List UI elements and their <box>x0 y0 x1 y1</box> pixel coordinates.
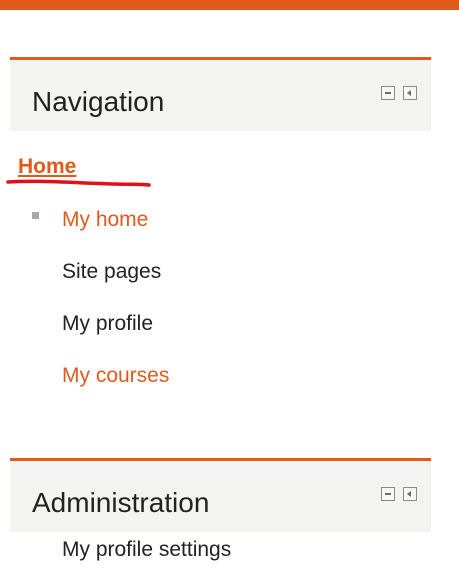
navigation-list: My home Site pages My profile My courses <box>30 200 169 408</box>
top-accent-bar <box>0 0 459 10</box>
nav-item-my-profile[interactable]: My profile <box>30 304 169 356</box>
administration-block: Administration <box>10 458 431 532</box>
nav-item-label: My profile <box>62 312 154 335</box>
nav-item-label: My home <box>62 208 149 231</box>
navigation-block-title: Navigation <box>32 86 165 117</box>
collapse-icon[interactable] <box>381 487 395 501</box>
administration-block-controls <box>381 487 417 501</box>
navigation-block-controls <box>381 86 417 100</box>
nav-item-my-home[interactable]: My home <box>30 200 169 252</box>
nav-item-label: My courses <box>62 364 170 387</box>
nav-item-label: Site pages <box>62 260 162 283</box>
admin-item-my-profile-settings[interactable]: My profile settings <box>62 538 231 562</box>
navigation-block: Navigation <box>10 57 431 131</box>
administration-block-header: Administration <box>10 458 431 532</box>
navigation-block-header: Navigation <box>10 57 431 131</box>
red-underline-annotation <box>6 179 151 187</box>
dock-icon[interactable] <box>403 86 417 100</box>
nav-item-my-courses[interactable]: My courses <box>30 356 169 408</box>
collapse-icon[interactable] <box>381 86 395 100</box>
moodle-sidebar: Navigation Home My home Site pages My pr… <box>0 0 459 585</box>
dock-icon[interactable] <box>403 487 417 501</box>
administration-block-title: Administration <box>32 487 210 518</box>
bullet-icon <box>32 212 39 219</box>
nav-item-site-pages[interactable]: Site pages <box>30 252 169 304</box>
